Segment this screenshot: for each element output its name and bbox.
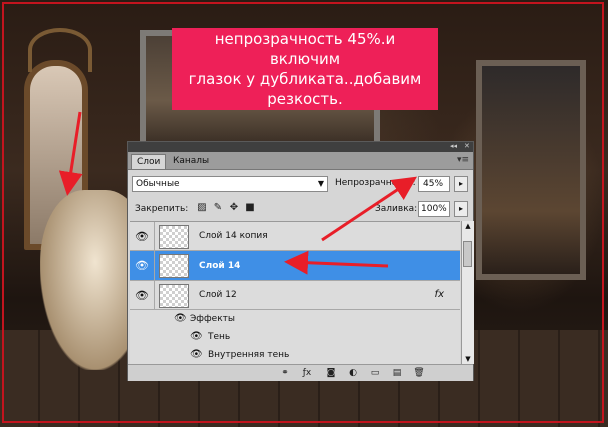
opacity-input[interactable]: 45%: [418, 176, 450, 192]
fx-icon[interactable]: ƒx: [300, 367, 314, 379]
new-layer-icon[interactable]: ▤: [390, 367, 404, 379]
layers-scrollbar[interactable]: ▲ ▼: [461, 221, 474, 364]
effect-name: Внутренняя тень: [208, 350, 290, 360]
scroll-down-icon[interactable]: ▼: [462, 354, 474, 364]
lock-move-icon[interactable]: ✥: [228, 202, 240, 214]
fill-label: Заливка:: [375, 204, 418, 214]
banner-text: непрозрачность 45%.и включим глазок у ду…: [188, 30, 422, 108]
eye-icon[interactable]: 👁: [174, 313, 187, 324]
effect-item[interactable]: 👁 Тень: [130, 329, 460, 347]
add-mask-icon[interactable]: ◙: [324, 367, 338, 379]
eye-icon[interactable]: 👁: [130, 222, 155, 250]
layers-list: 👁 Слой 14 копия 👁 Слой 14 👁 Слой 12 fx 👁…: [130, 221, 460, 365]
layers-panel: ◂◂ ✕ Слои Каналы ▾≡ Обычные ▼ Непрозрачн…: [127, 141, 474, 381]
layer-name: Слой 14 копия: [199, 231, 268, 241]
panel-titlebar[interactable]: ◂◂ ✕: [128, 142, 473, 152]
collapse-icon[interactable]: ◂◂: [450, 143, 458, 150]
fx-badge[interactable]: fx: [435, 289, 444, 300]
tab-layers[interactable]: Слои: [131, 154, 167, 169]
fill-slider-button[interactable]: ▸: [454, 201, 468, 217]
layer-thumbnail: [159, 225, 189, 249]
new-group-icon[interactable]: ▭: [368, 367, 382, 379]
scroll-thumb[interactable]: [463, 241, 472, 267]
link-layers-icon[interactable]: ⚭: [278, 367, 292, 379]
adjustment-layer-icon[interactable]: ◐: [346, 367, 360, 379]
opacity-slider-button[interactable]: ▸: [454, 176, 468, 192]
eye-icon[interactable]: 👁: [190, 331, 203, 342]
scroll-up-icon[interactable]: ▲: [462, 221, 474, 231]
blend-opacity-row: Обычные ▼ Непрозрачность: 45% ▸: [132, 174, 468, 194]
blend-mode-value: Обычные: [136, 179, 180, 189]
delete-layer-icon[interactable]: 🗑: [412, 367, 426, 379]
instruction-banner: непрозрачность 45%.и включим глазок у ду…: [172, 28, 438, 110]
eye-icon[interactable]: 👁: [190, 349, 203, 360]
fill-input[interactable]: 100%: [418, 201, 450, 217]
layer-name: Слой 12: [199, 290, 237, 300]
eye-icon[interactable]: 👁: [130, 281, 155, 309]
layer-thumbnail: [159, 284, 189, 308]
layer-name: Слой 14: [199, 260, 241, 271]
chevron-down-icon: ▼: [317, 179, 324, 188]
layer-thumbnail: [159, 254, 189, 278]
lock-transparent-icon[interactable]: ▨: [196, 202, 208, 214]
effect-item[interactable]: 👁 Внутренняя тень: [130, 347, 460, 365]
panel-tabs: Слои Каналы ▾≡: [128, 152, 473, 170]
eye-icon[interactable]: 👁: [130, 251, 155, 280]
lock-label: Закрепить:: [135, 204, 189, 214]
opacity-label: Непрозрачность:: [335, 178, 416, 188]
layer-row-selected[interactable]: 👁 Слой 14: [130, 251, 460, 281]
tab-channels[interactable]: Каналы: [168, 154, 214, 169]
blend-mode-select[interactable]: Обычные ▼: [132, 176, 328, 192]
panel-menu-icon[interactable]: ▾≡: [457, 155, 469, 165]
effects-row[interactable]: 👁 Эффекты: [130, 311, 460, 329]
effect-name: Тень: [208, 332, 231, 342]
effects-label: Эффекты: [190, 314, 235, 324]
lock-fill-row: Закрепить: ▨ ✎ ✥ ■ Заливка: 100% ▸: [132, 199, 468, 219]
lock-all-icon[interactable]: ■: [244, 202, 256, 214]
layer-row[interactable]: 👁 Слой 12 fx: [130, 281, 460, 310]
layer-row[interactable]: 👁 Слой 14 копия: [130, 222, 460, 251]
close-icon[interactable]: ✕: [464, 143, 472, 150]
lock-brush-icon[interactable]: ✎: [212, 202, 224, 214]
layers-bottom-toolbar: ⚭ ƒx ◙ ◐ ▭ ▤ 🗑: [128, 364, 473, 381]
